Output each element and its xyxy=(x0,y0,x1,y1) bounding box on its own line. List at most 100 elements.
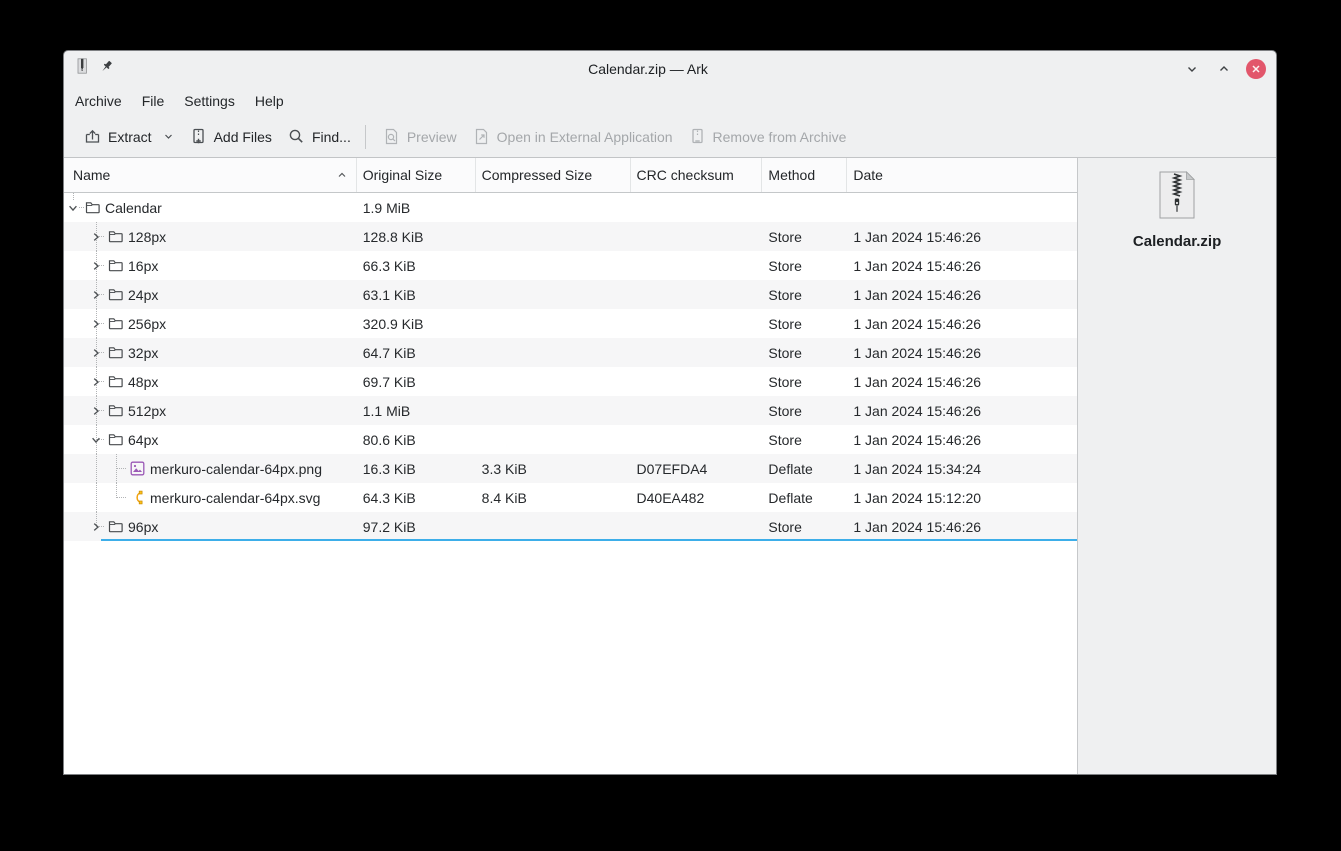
entry-method: Store xyxy=(768,286,802,303)
name-cell[interactable]: 64px xyxy=(64,425,357,454)
entry-method: Deflate xyxy=(768,460,813,477)
entry-original-size: 128.8 KiB xyxy=(362,228,424,245)
name-cell[interactable]: 256px xyxy=(64,309,357,338)
extract-label: Extract xyxy=(108,128,152,145)
extract-button[interactable]: Extract xyxy=(76,122,182,151)
find-button[interactable]: Find... xyxy=(280,122,359,151)
entry-original-size: 320.9 KiB xyxy=(362,315,424,332)
toolbar: Extract Add Files Find... Preview Open i… xyxy=(64,116,1276,158)
table-row[interactable]: 512px 1.1 MiB Store 1 Jan 2024 15:46:26 xyxy=(64,396,1078,425)
expander-expand-icon[interactable] xyxy=(90,222,102,251)
pin-icon[interactable] xyxy=(99,59,114,79)
entry-method: Store xyxy=(768,315,802,332)
entry-name: 32px xyxy=(128,344,159,361)
entry-method: Store xyxy=(768,228,802,245)
folder-icon xyxy=(108,280,123,309)
chevron-down-icon[interactable] xyxy=(163,131,174,142)
table-row[interactable]: merkuro-calendar-64px.svg 64.3 KiB 8.4 KiB… xyxy=(64,483,1078,512)
expander-expand-icon[interactable] xyxy=(90,338,102,367)
zip-archive-icon xyxy=(74,58,90,79)
table-row[interactable]: 32px 64.7 KiB Store 1 Jan 2024 15:46:26 xyxy=(64,338,1078,367)
svg-file-icon xyxy=(130,483,145,512)
sort-ascending-icon xyxy=(336,169,348,181)
folder-icon xyxy=(85,193,100,222)
table-row[interactable]: 64px 80.6 KiB Store 1 Jan 2024 15:46:26 xyxy=(64,425,1078,454)
minimize-button[interactable] xyxy=(1182,59,1202,79)
name-cell[interactable]: 32px xyxy=(64,338,357,367)
add-files-label: Add Files xyxy=(213,128,272,145)
name-cell[interactable]: 128px xyxy=(64,222,357,251)
entry-original-size: 16.3 KiB xyxy=(362,460,416,477)
table-row[interactable]: 128px 128.8 KiB Store 1 Jan 2024 15:46:26 xyxy=(64,222,1078,251)
toolbar-separator xyxy=(364,124,366,149)
expander-expand-icon[interactable] xyxy=(90,309,102,338)
main-area: Name Original Size Compressed Size CRC c… xyxy=(64,158,1276,774)
entry-date: 1 Jan 2024 15:46:26 xyxy=(853,257,982,274)
image-file-icon xyxy=(130,454,145,483)
close-button[interactable] xyxy=(1246,58,1266,79)
table-row[interactable]: 24px 63.1 KiB Store 1 Jan 2024 15:46:26 xyxy=(64,280,1078,309)
table-row[interactable]: 16px 66.3 KiB Store 1 Jan 2024 15:46:26 xyxy=(64,251,1078,280)
menu-archive[interactable]: Archive xyxy=(65,89,132,113)
entry-original-size: 64.3 KiB xyxy=(362,489,416,506)
folder-icon xyxy=(108,251,123,280)
entry-original-size: 63.1 KiB xyxy=(362,286,416,303)
entry-compressed-size: 3.3 KiB xyxy=(481,460,527,477)
column-header-date[interactable]: Date xyxy=(847,158,1077,192)
add-files-icon xyxy=(190,128,207,145)
menu-file[interactable]: File xyxy=(132,89,175,113)
name-cell[interactable]: merkuro-calendar-64px.svg xyxy=(64,483,357,512)
expander-expand-icon[interactable] xyxy=(90,251,102,280)
name-cell[interactable]: 48px xyxy=(64,367,357,396)
name-cell[interactable]: merkuro-calendar-64px.png xyxy=(64,454,357,483)
entry-name: 16px xyxy=(128,257,159,274)
expander-expand-icon[interactable] xyxy=(90,367,102,396)
entry-date: 1 Jan 2024 15:46:26 xyxy=(853,402,982,419)
name-cell[interactable]: 96px xyxy=(64,512,357,541)
zip-archive-icon xyxy=(1157,171,1197,224)
entry-crc: D40EA482 xyxy=(636,489,705,506)
entry-name: 96px xyxy=(128,518,159,535)
column-header-name[interactable]: Name xyxy=(64,158,357,192)
menu-settings[interactable]: Settings xyxy=(174,89,245,113)
expander-expand-icon[interactable] xyxy=(90,512,102,541)
table-row[interactable]: merkuro-calendar-64px.png 16.3 KiB 3.3 KiB… xyxy=(64,454,1078,483)
entry-method: Store xyxy=(768,402,802,419)
table-body: Calendar 1.9 MiB 128px 128.8 KiB Store 1 Jan … xyxy=(64,193,1078,541)
expander-collapse-icon[interactable] xyxy=(67,193,79,222)
column-header-compressed-size[interactable]: Compressed Size xyxy=(476,158,631,192)
menu-help[interactable]: Help xyxy=(245,89,294,113)
titlebar[interactable]: Calendar.zip — Ark xyxy=(64,51,1276,86)
entry-name: 48px xyxy=(128,373,159,390)
name-cell[interactable]: 16px xyxy=(64,251,357,280)
menu-bar: Archive File Settings Help xyxy=(64,86,1276,116)
ark-window: Calendar.zip — Ark Archive File Settings… xyxy=(63,50,1277,775)
table-header: Name Original Size Compressed Size CRC c… xyxy=(64,158,1078,193)
entry-name: 64px xyxy=(128,431,159,448)
entry-name: 256px xyxy=(128,315,167,332)
open-external-button: Open in External Application xyxy=(465,122,681,151)
table-row[interactable]: 96px 97.2 KiB Store 1 Jan 2024 15:46:26 xyxy=(64,512,1078,541)
name-cell[interactable]: 512px xyxy=(64,396,357,425)
column-header-method[interactable]: Method xyxy=(762,158,848,192)
table-row[interactable]: Calendar 1.9 MiB xyxy=(64,193,1078,222)
maximize-button[interactable] xyxy=(1214,59,1234,79)
entry-name: Calendar xyxy=(105,199,162,216)
column-header-original-size[interactable]: Original Size xyxy=(357,158,476,192)
entry-compressed-size: 8.4 KiB xyxy=(481,489,527,506)
column-header-crc[interactable]: CRC checksum xyxy=(631,158,763,192)
titlebar-icons xyxy=(74,58,114,79)
entry-original-size: 1.9 MiB xyxy=(362,199,411,216)
entry-date: 1 Jan 2024 15:46:26 xyxy=(853,228,982,245)
folder-icon xyxy=(108,309,123,338)
folder-icon xyxy=(108,367,123,396)
table-row[interactable]: 48px 69.7 KiB Store 1 Jan 2024 15:46:26 xyxy=(64,367,1078,396)
expander-expand-icon[interactable] xyxy=(90,396,102,425)
add-files-button[interactable]: Add Files xyxy=(182,122,280,151)
expander-expand-icon[interactable] xyxy=(90,280,102,309)
name-cell[interactable]: 24px xyxy=(64,280,357,309)
expander-collapse-icon[interactable] xyxy=(90,425,102,454)
preview-button: Preview xyxy=(375,122,465,151)
table-row[interactable]: 256px 320.9 KiB Store 1 Jan 2024 15:46:26 xyxy=(64,309,1078,338)
name-cell[interactable]: Calendar xyxy=(64,193,357,222)
